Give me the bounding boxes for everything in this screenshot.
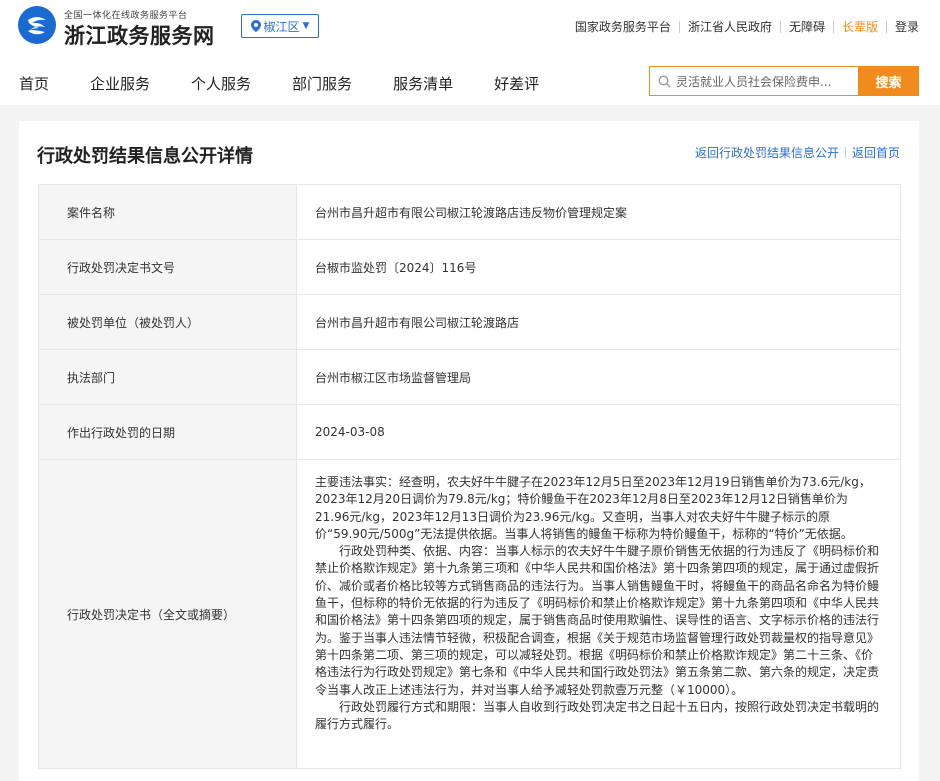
table-row: 案件名称 台州市昌升超市有限公司椒江轮渡路店违反物价管理规定案 <box>39 185 900 240</box>
row-label: 执法部门 <box>39 350 297 404</box>
table-row: 执法部门 台州市椒江区市场监督管理局 <box>39 350 900 405</box>
search-value: 灵活就业人员社会保险费申... <box>676 74 832 89</box>
divider <box>779 20 781 33</box>
top-link-elder-mode[interactable]: 长辈版 <box>842 18 878 35</box>
return-links: 返回行政处罚结果信息公开 返回首页 <box>695 144 900 161</box>
nav-personal[interactable]: 个人服务 <box>191 73 251 94</box>
nav-service-list[interactable]: 服务清单 <box>393 73 453 94</box>
table-row: 行政处罚决定书文号 台椒市监处罚〔2024〕116号 <box>39 240 900 295</box>
nav-home[interactable]: 首页 <box>19 73 49 94</box>
table-row: 行政处罚决定书（全文或摘要） 主要违法事实：经查明，农夫好牛牛腱子在2023年1… <box>39 460 900 768</box>
logo-title[interactable]: 浙江政务服务网 <box>64 20 215 50</box>
table-row: 作出行政处罚的日期 2024-03-08 <box>39 405 900 460</box>
search-input[interactable]: 灵活就业人员社会保险费申... <box>649 66 858 96</box>
divider <box>844 147 846 158</box>
zhejiang-logo-icon[interactable] <box>18 6 56 44</box>
top-link-province[interactable]: 浙江省人民政府 <box>688 18 772 35</box>
site-header: 全国一体化在线政务服务平台 浙江政务服务网 椒江区 ▼ 国家政务服务平台 浙江省… <box>0 0 940 105</box>
nav-enterprise[interactable]: 企业服务 <box>90 73 150 94</box>
return-list-link[interactable]: 返回行政处罚结果信息公开 <box>695 144 839 161</box>
decision-paragraph: 行政处罚履行方式和期限：当事人自收到行政处罚决定书之日起十五日内，按照行政处罚决… <box>315 699 880 732</box>
nav-department[interactable]: 部门服务 <box>292 73 352 94</box>
row-value: 台州市椒江区市场监督管理局 <box>315 370 472 385</box>
row-value: 台椒市监处罚〔2024〕116号 <box>315 260 477 275</box>
top-link-national[interactable]: 国家政务服务平台 <box>575 18 671 35</box>
detail-table: 案件名称 台州市昌升超市有限公司椒江轮渡路店违反物价管理规定案 行政处罚决定书文… <box>38 184 901 769</box>
nav-rating[interactable]: 好差评 <box>494 73 539 94</box>
row-label: 行政处罚决定书文号 <box>39 240 297 294</box>
divider <box>678 20 680 33</box>
row-label: 作出行政处罚的日期 <box>39 405 297 459</box>
row-label: 被处罚单位（被处罚人） <box>39 295 297 349</box>
decision-paragraph: 主要违法事实：经查明，农夫好牛牛腱子在2023年12月5日至2023年12月19… <box>315 475 871 541</box>
top-link-accessibility[interactable]: 无障碍 <box>789 18 825 35</box>
page-title: 行政处罚结果信息公开详情 <box>37 146 253 167</box>
row-value: 台州市昌升超市有限公司椒江轮渡路店违反物价管理规定案 <box>315 205 628 220</box>
decision-paragraph: 行政处罚种类、依据、内容：当事人标示的农夫好牛牛腱子原价销售无依据的行为违反了《… <box>315 544 880 697</box>
location-pin-icon <box>250 20 261 32</box>
return-home-link[interactable]: 返回首页 <box>852 144 900 161</box>
search-icon <box>658 74 671 87</box>
table-row: 被处罚单位（被处罚人） 台州市昌升超市有限公司椒江轮渡路店 <box>39 295 900 350</box>
decision-text: 主要违法事实：经查明，农夫好牛牛腱子在2023年12月5日至2023年12月19… <box>297 460 900 768</box>
row-value: 台州市昌升超市有限公司椒江轮渡路店 <box>315 315 520 330</box>
main-nav: 首页 企业服务 个人服务 部门服务 服务清单 好差评 <box>19 73 580 94</box>
row-label: 案件名称 <box>39 185 297 239</box>
divider <box>832 20 834 33</box>
row-value: 2024-03-08 <box>315 425 385 439</box>
search-button[interactable]: 搜索 <box>858 66 919 96</box>
search-bar: 灵活就业人员社会保险费申... 搜索 <box>649 66 919 96</box>
top-link-login[interactable]: 登录 <box>895 18 919 35</box>
region-selector[interactable]: 椒江区 ▼ <box>241 14 319 38</box>
top-links: 国家政务服务平台 浙江省人民政府 无障碍 长辈版 登录 <box>575 18 919 35</box>
detail-card: 行政处罚结果信息公开详情 返回行政处罚结果信息公开 返回首页 案件名称 台州市昌… <box>19 121 919 781</box>
caret-down-icon: ▼ <box>302 21 310 31</box>
divider <box>885 20 887 33</box>
region-label: 椒江区 <box>263 19 300 34</box>
row-label: 行政处罚决定书（全文或摘要） <box>39 460 297 768</box>
